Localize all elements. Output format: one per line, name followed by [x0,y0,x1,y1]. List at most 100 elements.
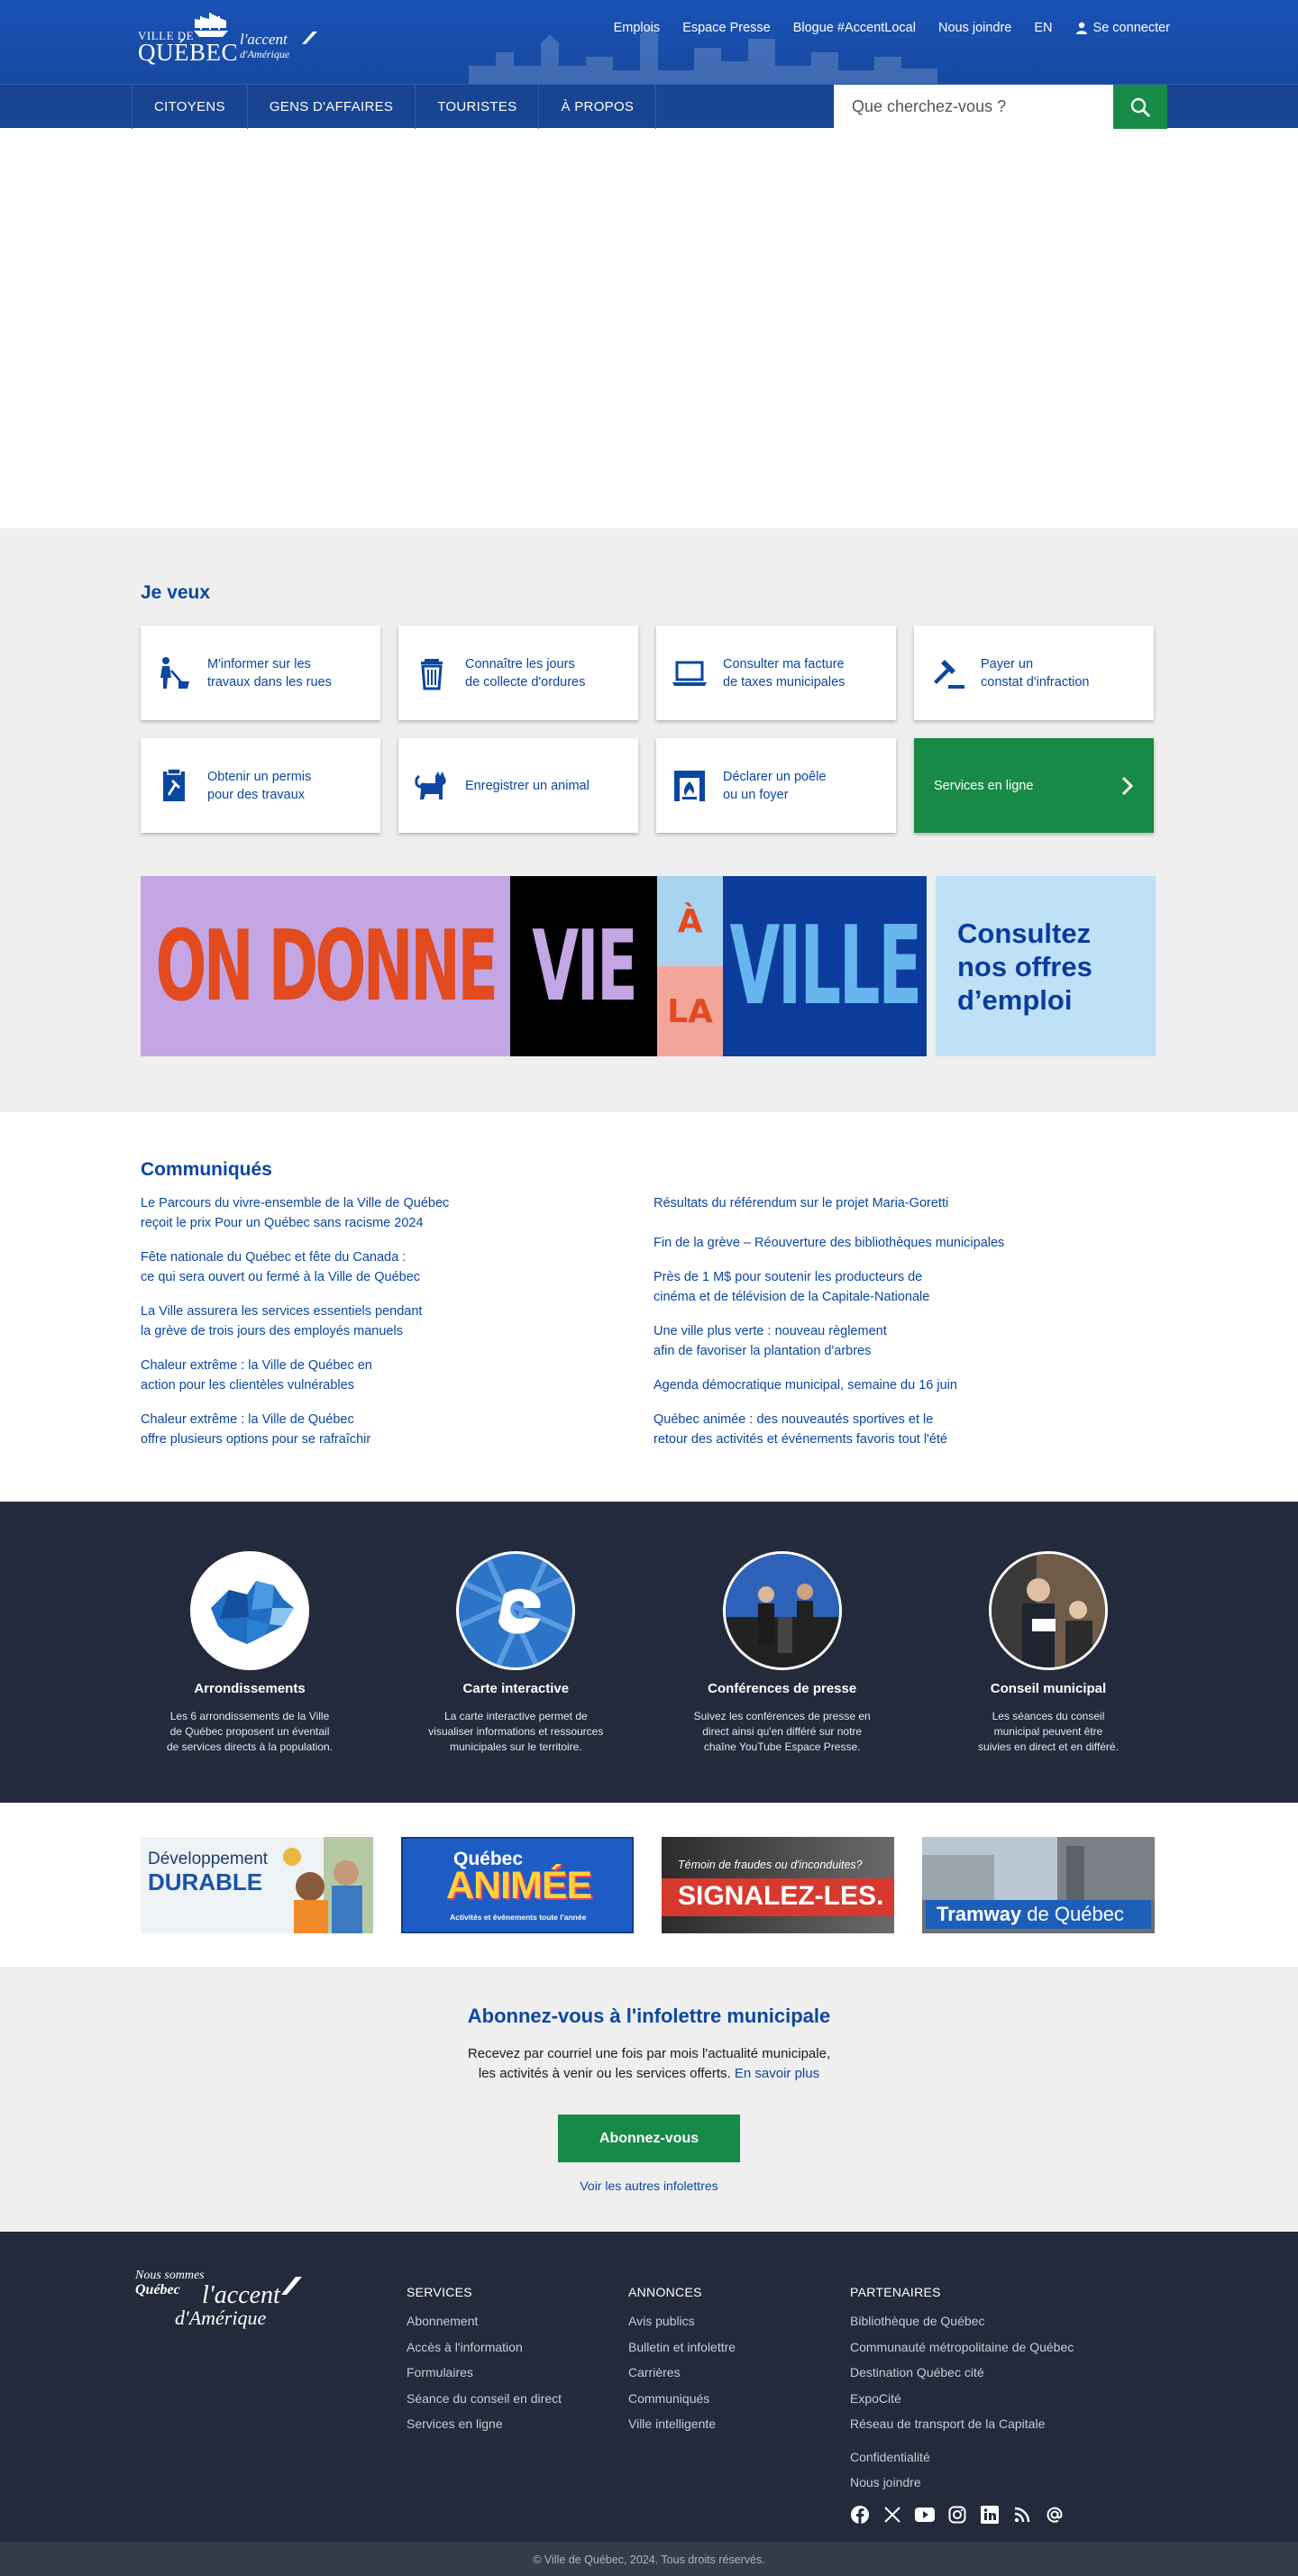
footer-logo[interactable]: Nous sommes Québec l'accent d'Amérique [135,2269,302,2329]
banner-a-la: À LA [657,876,723,1056]
feature-text: Les 6 arrondissements de la Ville de Qué… [166,1710,334,1753]
gavel-icon [928,654,966,692]
facebook-icon[interactable] [850,2505,870,2525]
footer-link[interactable]: ExpoCité [850,2386,1074,2412]
card-label: Obtenir un permis pour des travaux [207,769,312,802]
x-icon[interactable] [882,2505,902,2525]
instagram-icon[interactable] [947,2505,967,2525]
top-link-blogue[interactable]: Blogue #AccentLocal [793,21,916,35]
feature-conseil-municipal[interactable]: Conseil municipal Les séances du conseil… [940,1551,1156,1755]
footer-col-services: SERVICES Abonnement Accès à l'informatio… [407,2285,562,2437]
feature-text: La carte interactive permet de visualise… [428,1710,604,1753]
search-button[interactable] [1113,85,1167,129]
banner-signalez-les[interactable]: Témoin de fraudes ou d'inconduites? SIGN… [662,1837,894,1933]
subscribe-button[interactable]: Abonnez-vous [558,2115,740,2162]
card-poele[interactable]: Déclarer un poêle ou un foyer [656,738,896,833]
login-link[interactable]: Se connecter [1075,21,1170,35]
footer-link[interactable]: Séance du conseil en direct [407,2386,562,2412]
logo-accent: l'accent [240,31,288,48]
card-taxes[interactable]: Consulter ma facture de taxes municipale… [656,626,896,720]
feature-conferences-presse[interactable]: Conférences de presse Suivez les confére… [674,1551,891,1755]
communiques-title: Communiqués [141,1159,272,1180]
search-input[interactable] [834,85,1113,129]
features-section: Arrondissements Les 6 arrondissements de… [0,1502,1298,1803]
job-banner[interactable]: ON DONNE VIE À LA VILLE Consultez nos of… [141,876,1156,1056]
footer-link[interactable]: Formulaires [407,2360,562,2386]
top-link-emplois[interactable]: Emplois [614,21,661,35]
anim-line-2: ANIMÉE [446,1864,592,1907]
footer-link[interactable]: Bulletin et infolettre [628,2334,736,2361]
fraude-line-1: Témoin de fraudes ou d'inconduites? [678,1859,863,1871]
other-newsletters-link[interactable]: Voir les autres infolettres [0,2179,1298,2193]
footer-link[interactable]: Accès à l'information [407,2334,562,2361]
newsletter-more-link[interactable]: En savoir plus [735,2066,819,2081]
communique-link[interactable]: Agenda démocratique municipal, semaine d… [654,1375,1166,1395]
linkedin-icon[interactable] [980,2505,1000,2525]
footer-link[interactable]: Destination Québec cité [850,2360,1074,2386]
social-links [850,2505,1074,2525]
nav-citoyens[interactable]: CITOYENS [132,85,248,129]
card-travaux[interactable]: M'informer sur les travaux dans les rues [141,626,380,720]
card-permis[interactable]: Obtenir un permis pour des travaux [141,738,380,833]
newsletter-section: Abonnez-vous à l'infolettre municipale R… [0,1967,1298,2232]
communique-link[interactable]: La Ville assurera les services essentiel… [141,1302,654,1341]
card-collecte[interactable]: Connaître les jours de collecte d'ordure… [398,626,638,720]
banner-text-3a: À [657,876,723,966]
communique-link[interactable]: Chaleur extrême : la Ville de Québec en … [141,1356,654,1395]
banner-tramway[interactable]: Tramway de Québec [922,1837,1155,1933]
communique-link[interactable]: Fête nationale du Québec et fête du Cana… [141,1247,654,1287]
footer-link[interactable]: Réseau de transport de la Capitale [850,2411,1074,2437]
footer-link-confidentialite[interactable]: Confidentialité [850,2444,1074,2471]
communique-link[interactable]: Résultats du référendum sur le projet Ma… [654,1193,1166,1213]
banner-on-donne: ON DONNE [141,876,510,1056]
site-header: VILLE DE QUÉBEC l'accent d'Amérique Emplo… [0,0,1298,129]
footer-link[interactable]: Bibliothèque de Québec [850,2308,1074,2334]
banner-cta-offres-emploi[interactable]: Consultez nos offres d’emploi [936,876,1156,1056]
footer-link[interactable]: Avis publics [628,2308,736,2334]
banner-quebec-animee[interactable]: Québec ANIMÉE Activités et événements to… [401,1837,634,1933]
nav-a-propos[interactable]: À PROPOS [539,85,657,129]
footer-link[interactable]: Communiqués [628,2386,736,2412]
rss-icon[interactable] [1012,2505,1032,2525]
nav-touristes[interactable]: TOURISTES [416,85,540,129]
dev-illustration [283,1837,373,1933]
communique-link[interactable]: Fin de la grève – Réouverture des biblio… [654,1233,1166,1253]
top-link-nous-joindre[interactable]: Nous joindre [938,21,1011,35]
footer-link-nous-joindre[interactable]: Nous joindre [850,2470,1074,2496]
top-link-espace-presse[interactable]: Espace Presse [682,21,771,35]
footer-link[interactable]: Carrières [628,2360,736,2386]
hero-placeholder [0,128,1298,528]
feature-title: Arrondissements [194,1681,306,1696]
communique-link[interactable]: Québec animée : des nouveautés sportives… [654,1410,1166,1449]
banner-developpement-durable[interactable]: Développement DURABLE [141,1837,373,1933]
footer-link[interactable]: Abonnement [407,2308,562,2334]
banner-text-1: ON DONNE [155,909,499,1023]
main-nav: CITOYENS GENS D'AFFAIRES TOURISTES À PRO… [0,84,1298,129]
youtube-icon[interactable] [915,2505,935,2525]
tram-word-2: de Québec [1027,1903,1124,1925]
communique-link[interactable]: Une ville plus verte : nouveau règlement… [654,1321,1166,1361]
footer-link[interactable]: Ville intelligente [628,2411,736,2437]
card-services-en-ligne[interactable]: Services en ligne [914,738,1154,833]
footer-link[interactable]: Communauté métropolitaine de Québec [850,2334,1074,2361]
login-label: Se connecter [1092,21,1170,35]
email-icon[interactable] [1045,2505,1065,2525]
communique-link[interactable]: Près de 1 M$ pour soutenir les producteu… [654,1267,1166,1307]
feature-arrondissements[interactable]: Arrondissements Les 6 arrondissements de… [142,1551,358,1755]
feature-carte-interactive[interactable]: Carte interactive La carte interactive p… [407,1551,624,1755]
conferences-photo [722,1551,842,1670]
site-footer: Nous sommes Québec l'accent d'Amérique S… [0,2232,1298,2542]
card-animal[interactable]: Enregistrer un animal [398,738,638,833]
fireplace-icon [671,767,708,805]
communiques-right: Résultats du référendum sur le projet Ma… [654,1193,1166,1464]
card-constat[interactable]: Payer un constat d'infraction [914,626,1154,720]
je-veux-title: Je veux [141,582,211,603]
nav-gens-affaires[interactable]: GENS D'AFFAIRES [248,85,416,129]
communique-link[interactable]: Le Parcours du vivre-ensemble de la Vill… [141,1193,654,1233]
language-toggle[interactable]: EN [1034,21,1052,35]
communique-link[interactable]: Chaleur extrême : la Ville de Québec off… [141,1410,654,1449]
conseil-photo [988,1551,1108,1670]
newsletter-title: Abonnez-vous à l'infolettre municipale [467,2005,831,2027]
footer-link[interactable]: Services en ligne [407,2411,562,2437]
communiques-left: Le Parcours du vivre-ensemble de la Vill… [141,1193,654,1464]
